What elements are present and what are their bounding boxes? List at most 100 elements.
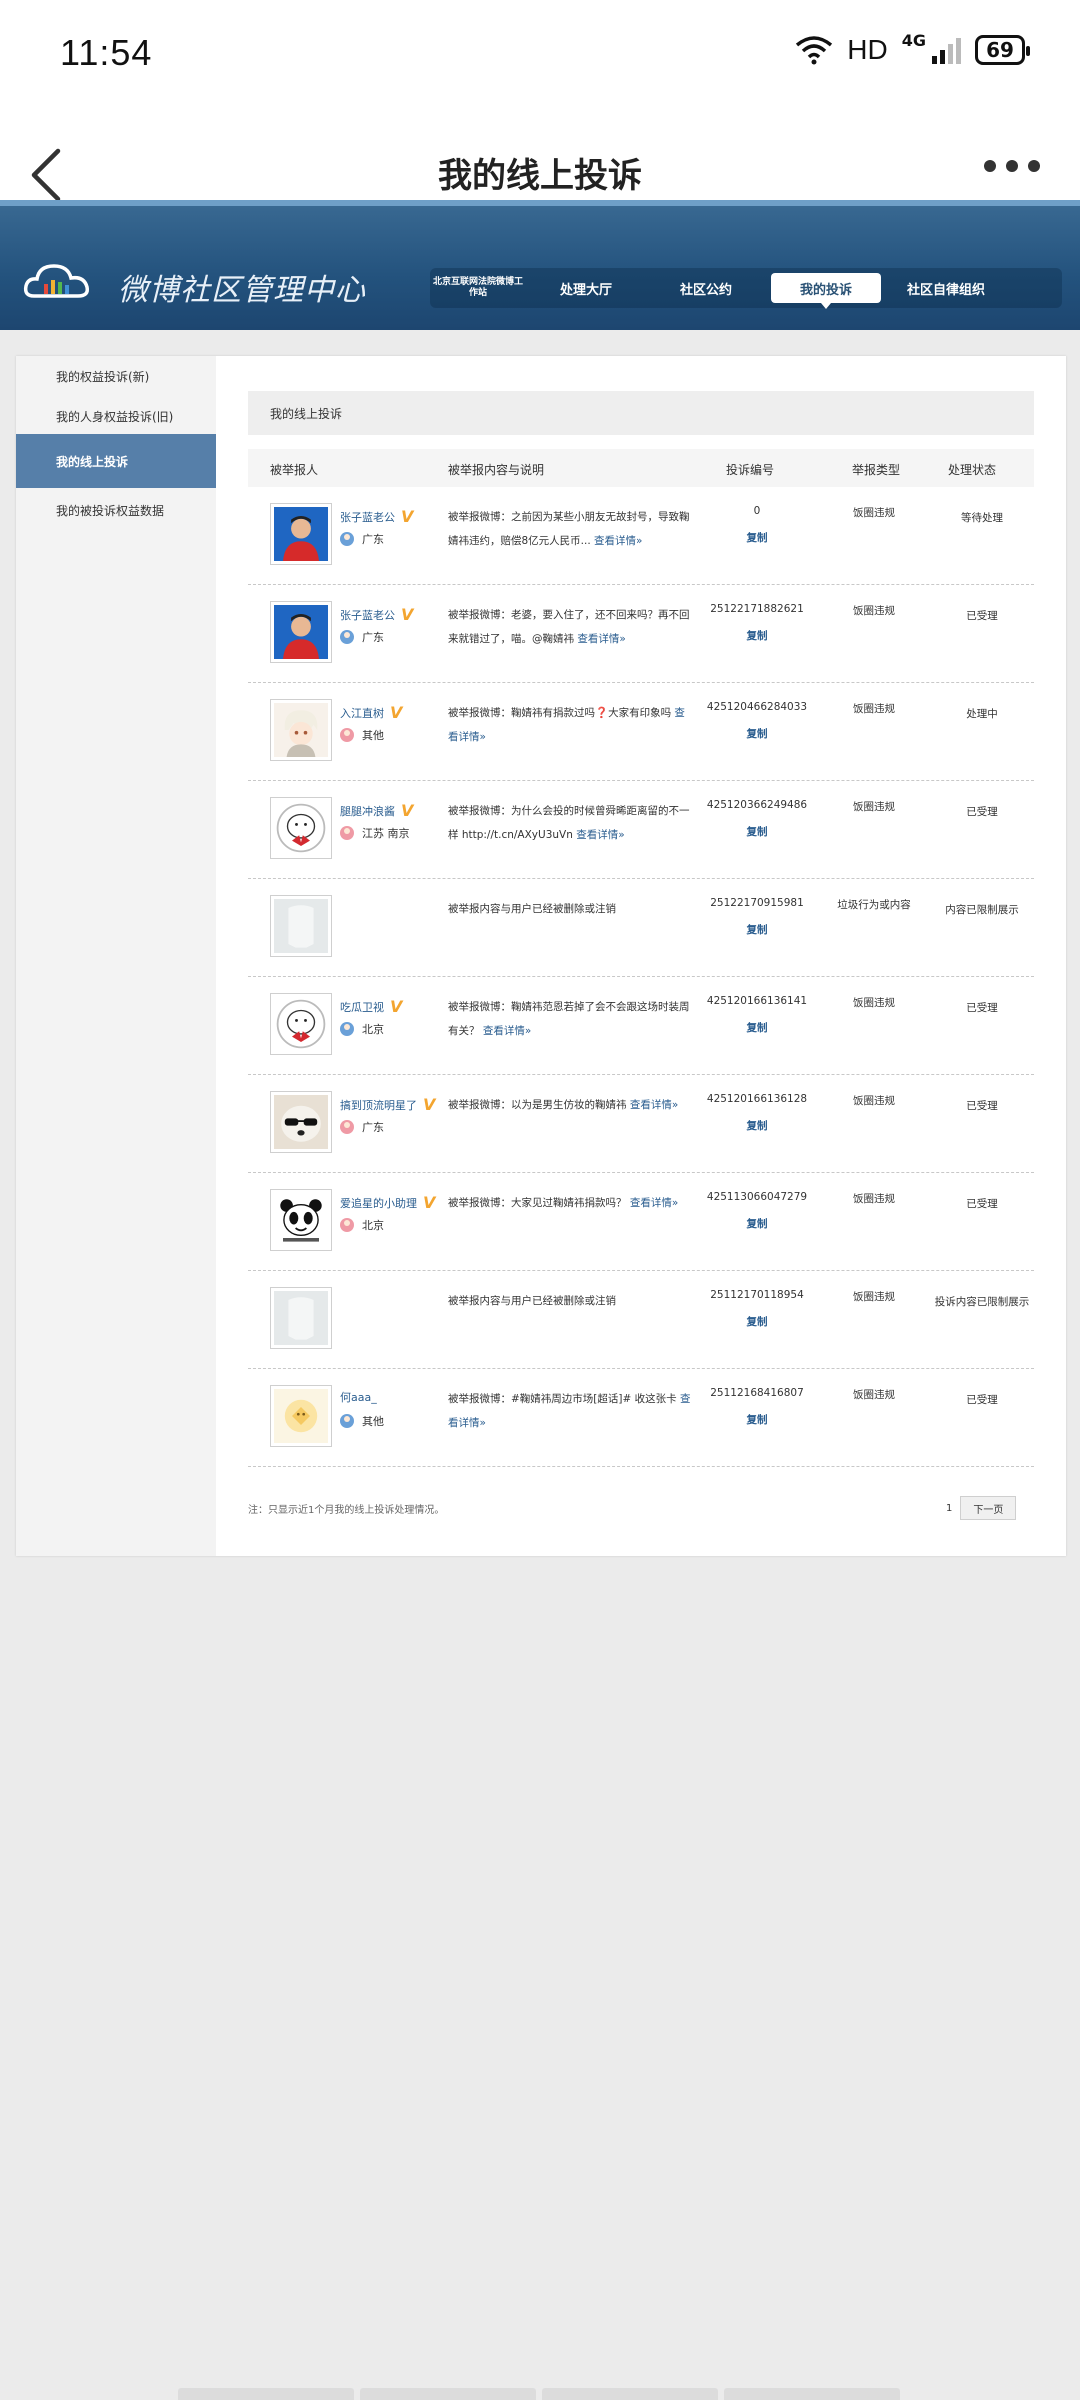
nav-my-complaints[interactable]: 我的投诉	[771, 273, 881, 309]
location-text: 广东	[362, 1121, 384, 1134]
copy-button[interactable]: 复制	[696, 1216, 818, 1231]
avatar[interactable]	[270, 993, 332, 1055]
clock: 11:54	[60, 32, 153, 73]
nav-court-station[interactable]: 北京互联网法院微博工作站	[430, 273, 526, 303]
user-name-text[interactable]: 爱追星的小助理	[340, 1195, 417, 1211]
avatar[interactable]	[270, 699, 332, 761]
view-details-link[interactable]: 查看详情»	[577, 633, 625, 645]
user-name-text[interactable]: 张子蓝老公	[340, 607, 395, 623]
view-details-link[interactable]: 查看详情»	[483, 1025, 531, 1037]
column-header: 投诉编号	[726, 463, 775, 477]
process-status: 处理中	[966, 708, 998, 720]
sidebar: 我的权益投诉(新) 我的人身权益投诉(旧) 我的线上投诉 我的被投诉权益数据	[16, 356, 216, 1556]
person-icon	[340, 1120, 354, 1134]
complaint-id: 25122171882621	[710, 603, 804, 615]
report-type: 饭圈违规	[853, 507, 895, 519]
copy-button[interactable]: 复制	[696, 726, 818, 741]
status-bar: 11:54 HD 4G 69	[0, 0, 1080, 110]
description-text: 被举报微博：之前因为某些小朋友无故封号，导致鞠婧祎违约，赔偿8亿元人民币...	[448, 511, 690, 547]
report-type: 饭圈违规	[853, 703, 895, 715]
user-name-text[interactable]: 何aaa_	[340, 1389, 377, 1405]
person-icon	[340, 1022, 354, 1036]
user-name-text[interactable]: 张子蓝老公	[340, 509, 395, 525]
verified-badge-icon: V	[401, 801, 414, 820]
verified-badge-icon: V	[423, 1095, 436, 1114]
table-row: 张子蓝老公 V 广东 被举报微博：之前因为某些小朋友无故封号，导致鞠婧祎违约，赔偿8亿…	[248, 487, 1034, 585]
complaint-id: 425120166136141	[706, 995, 808, 1007]
reported-user-name[interactable]: 张子蓝老公 V	[340, 507, 413, 526]
reported-user-name[interactable]: 入江直树 V	[340, 703, 402, 722]
description-text: 被举报微博：鞠婧祎有捐款过吗❓大家有印象吗	[448, 707, 672, 719]
next-page-button[interactable]: 下一页	[960, 1496, 1017, 1520]
nav-process-hall[interactable]: 处理大厅	[526, 273, 646, 303]
nav-self-regulation[interactable]: 社区自律组织	[886, 273, 1006, 303]
user-name-text[interactable]: 搞到顶流明星了	[340, 1097, 417, 1113]
process-status: 已受理	[966, 806, 998, 818]
table-row: 爱追星的小助理 V 北京 被举报微博：大家见过鞠婧祎捐款吗？ 查看详情» 4251130…	[248, 1173, 1034, 1271]
user-name-text[interactable]: 入江直树	[340, 705, 384, 721]
copy-button[interactable]: 复制	[696, 922, 818, 937]
description-text: 被举报微博：大家见过鞠婧祎捐款吗？	[448, 1197, 627, 1209]
avatar[interactable]	[270, 1091, 332, 1153]
complaint-id: 425120366249486	[706, 799, 808, 811]
wifi-icon	[796, 36, 833, 65]
copy-button[interactable]: 复制	[696, 628, 818, 643]
copy-button[interactable]: 复制	[696, 530, 818, 545]
avatar[interactable]	[270, 1287, 332, 1349]
more-menu-button[interactable]	[984, 160, 1040, 172]
signal-icon	[932, 36, 961, 64]
user-location: 江苏 南京	[340, 825, 410, 841]
table-row: 被举报内容与用户已经被删除或注销 25112170118954 复制 饭圈违规 投诉内容…	[248, 1271, 1034, 1369]
avatar[interactable]	[270, 1385, 332, 1447]
avatar[interactable]	[270, 797, 332, 859]
user-name-text[interactable]: 腿腿冲浪酱	[340, 803, 395, 819]
verified-badge-icon: V	[401, 605, 414, 624]
copy-button[interactable]: 复制	[696, 1412, 818, 1427]
reported-user-name[interactable]: 吃瓜卫视 V	[340, 997, 402, 1016]
report-type: 饭圈违规	[853, 1389, 895, 1401]
reported-user-name[interactable]: 张子蓝老公 V	[340, 605, 413, 624]
nav-community-rules[interactable]: 社区公约	[646, 273, 766, 303]
complaint-id: 425113066047279	[706, 1191, 808, 1203]
view-details-link[interactable]: 查看详情»	[576, 829, 624, 841]
verified-badge-icon: V	[423, 1193, 436, 1212]
bottom-tab-strip	[178, 2388, 900, 2400]
user-name-text[interactable]: 吃瓜卫视	[340, 999, 384, 1015]
complaint-description: 被举报微博：#鞠婧祎周边市场[超话]# 收这张卡 查看详情»	[448, 1387, 693, 1435]
avatar[interactable]	[270, 895, 332, 957]
sidebar-item-complained-data[interactable]: 我的被投诉权益数据	[16, 490, 216, 530]
table-row: 张子蓝老公 V 广东 被举报微博：老婆，要入住了，还不回来吗？再不回来就错过了，喵。@…	[248, 585, 1034, 683]
page-number[interactable]: 1	[946, 1503, 952, 1514]
user-location: 其他	[340, 1413, 384, 1429]
avatar[interactable]	[270, 503, 332, 565]
sidebar-item-personal-rights-old[interactable]: 我的人身权益投诉(旧)	[16, 396, 216, 436]
reported-user-name[interactable]: 腿腿冲浪酱 V	[340, 801, 413, 820]
complaint-description: 被举报微博：老婆，要入住了，还不回来吗？再不回来就错过了，喵。@鞠婧祎 查看详情…	[448, 603, 693, 651]
sidebar-item-rights-new[interactable]: 我的权益投诉(新)	[16, 356, 216, 396]
reported-user-name[interactable]: 何aaa_	[340, 1389, 377, 1405]
complaint-id: 425120466284033	[706, 701, 808, 713]
person-icon	[340, 826, 354, 840]
reported-user-name[interactable]: 搞到顶流明星了 V	[340, 1095, 435, 1114]
view-details-link[interactable]: 查看详情»	[630, 1197, 678, 1209]
description-text: 被举报微博：以为是男生仿妆的鞠婧祎	[448, 1099, 627, 1111]
copy-button[interactable]: 复制	[696, 1118, 818, 1133]
copy-button[interactable]: 复制	[696, 1314, 818, 1329]
network-type: 4G	[901, 30, 926, 50]
battery-icon: 69	[975, 35, 1030, 65]
location-text: 其他	[362, 1415, 384, 1428]
report-type: 饭圈违规	[853, 1291, 895, 1303]
banner-top-stripe	[0, 200, 1080, 206]
copy-button[interactable]: 复制	[696, 824, 818, 839]
reported-user-name[interactable]: 爱追星的小助理 V	[340, 1193, 435, 1212]
report-type: 饭圈违规	[853, 801, 895, 813]
avatar[interactable]	[270, 601, 332, 663]
avatar[interactable]	[270, 1189, 332, 1251]
copy-button[interactable]: 复制	[696, 1020, 818, 1035]
view-details-link[interactable]: 查看详情»	[630, 1099, 678, 1111]
status-icons: HD 4G 69	[795, 30, 1030, 66]
view-details-link[interactable]: 查看详情»	[594, 535, 642, 547]
sidebar-item-online-complaints[interactable]: 我的线上投诉	[16, 434, 216, 488]
description-text: 被举报微博：老婆，要入住了，还不回来吗？再不回来就错过了，喵。@鞠婧祎	[448, 609, 690, 645]
complaint-description: 被举报内容与用户已经被删除或注销	[448, 897, 693, 921]
